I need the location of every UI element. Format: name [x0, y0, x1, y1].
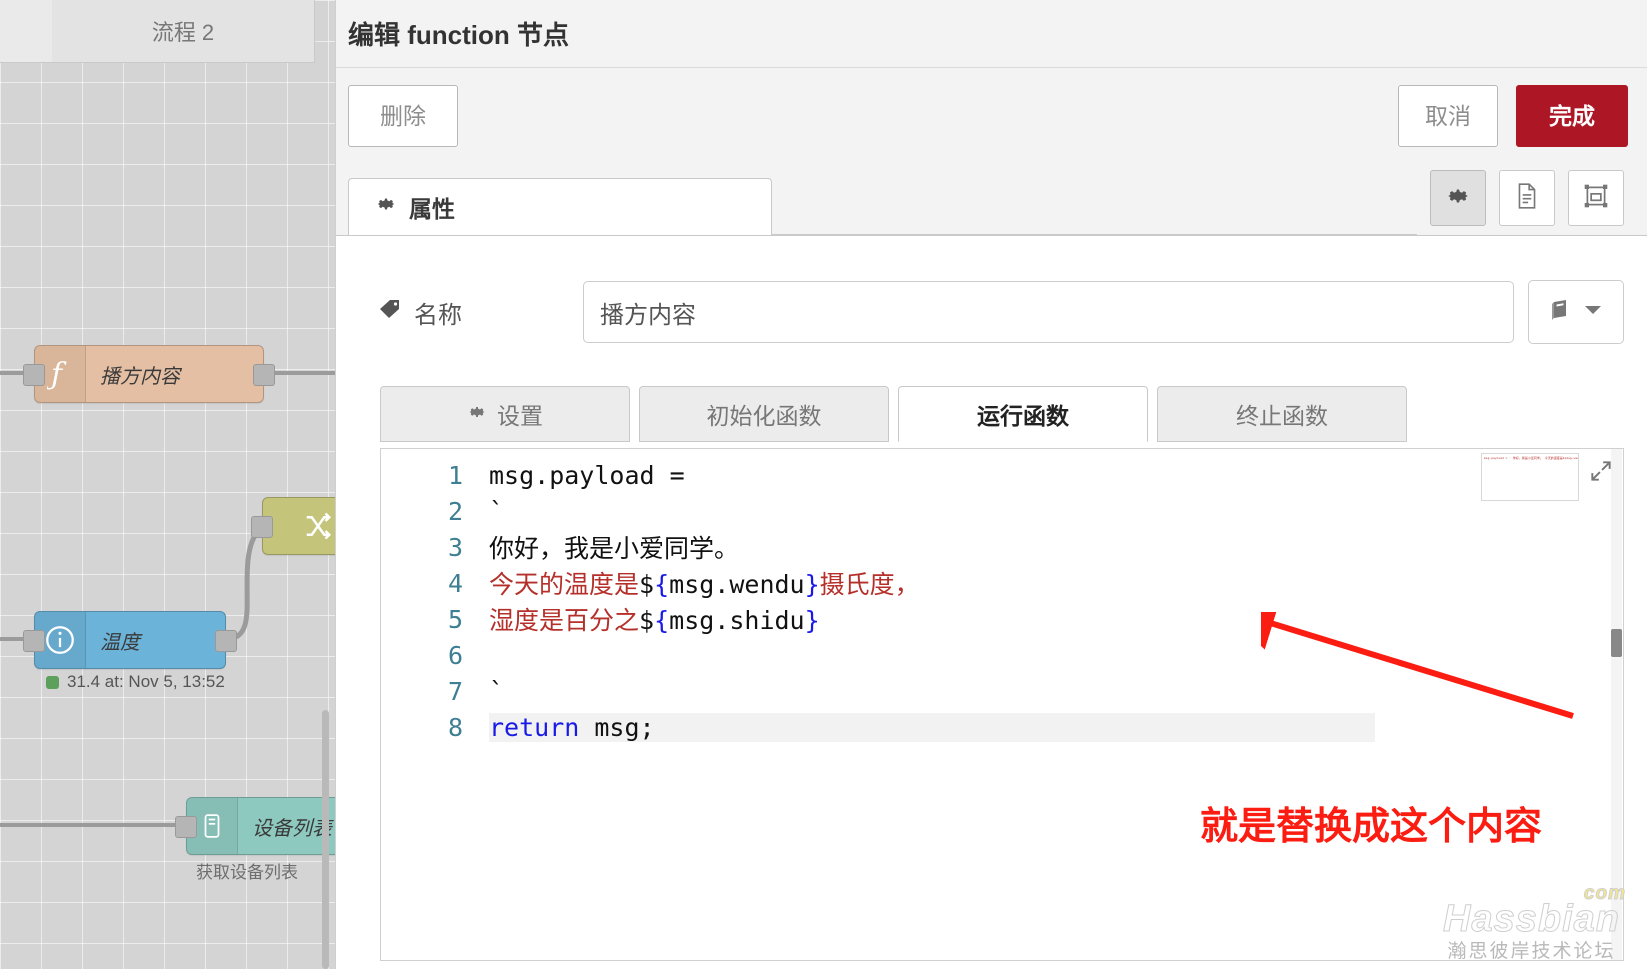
subtab-run-function[interactable]: 运行函数	[898, 386, 1148, 442]
flow-node-function-label: 播方内容	[100, 365, 180, 388]
name-label-group: 名称	[348, 295, 583, 330]
watermark-brand-text: Hassbian	[1443, 898, 1620, 940]
subtab-init-function-label: 初始化函数	[706, 403, 822, 429]
gear-icon	[1445, 183, 1471, 214]
done-button[interactable]: 完成	[1516, 84, 1628, 147]
dialog-body: 名称 播方内容 设置 初始化函数 运行函数 终止函数 1 msg.payload…	[336, 236, 1647, 969]
subtab-stop-function-label: 终止函数	[1236, 403, 1328, 429]
gear-icon-button[interactable]	[1430, 170, 1486, 226]
code-line-text[interactable]: 你好，我是小爱同学。	[489, 529, 739, 565]
line-number: 5	[447, 604, 463, 634]
flow-node-temperature-label: 温度	[100, 631, 140, 654]
dialog-tabbar: 属性	[336, 163, 1647, 236]
code-line[interactable]: 7 `	[381, 673, 1623, 709]
code-editor[interactable]: 1 msg.payload = 2 ` 3 你好，我是小爱同学。 4 今天的温度…	[380, 448, 1624, 961]
group-select-icon-button[interactable]	[1568, 170, 1624, 226]
line-number: 1	[447, 460, 463, 490]
code-line-text[interactable]: 湿度是百分之${msg.shidu}	[489, 601, 820, 637]
code-line[interactable]: 2 `	[381, 493, 1623, 529]
gear-icon	[467, 401, 487, 428]
flow-node-switch[interactable]	[251, 497, 335, 555]
dialog-header: 编辑 function 节点	[336, 0, 1647, 68]
editor-minimap[interactable]: msg.payload = ` 你好，我是小爱同学。 今天的温度是${msg.w…	[1481, 453, 1579, 501]
node-input-port[interactable]	[23, 630, 45, 652]
chevron-down-icon	[1584, 303, 1602, 321]
code-line-text[interactable]: return msg;	[489, 712, 1375, 742]
watermark-tld: com	[1583, 883, 1626, 904]
flow-node-device-list[interactable]: 设备列表	[175, 797, 335, 855]
tab-properties-label: 属性	[409, 196, 455, 222]
code-line[interactable]: 8 return msg;	[381, 709, 1623, 745]
editor-minimap-text: msg.payload = ` 你好，我是小爱同学。 今天的温度是${msg.w…	[1484, 456, 1579, 460]
code-line[interactable]: 1 msg.payload =	[381, 457, 1623, 493]
cancel-button[interactable]: 取消	[1398, 84, 1498, 147]
code-line[interactable]: 4 今天的温度是${msg.wendu}摄氏度，	[381, 565, 1623, 601]
switch-icon	[263, 498, 335, 554]
line-number: 4	[447, 568, 463, 598]
watermark-brand: Hassbian com	[1443, 884, 1626, 940]
dialog-action-bar: 删除 取消 完成	[336, 68, 1647, 163]
line-number: 3	[447, 532, 463, 562]
name-dropdown-button[interactable]	[1528, 280, 1624, 344]
dialog-title: 编辑 function 节点	[348, 20, 569, 50]
node-output-port[interactable]	[215, 630, 237, 652]
svg-text:ƒ: ƒ	[47, 357, 67, 391]
subtab-settings[interactable]: 设置	[380, 386, 630, 442]
flow-node-device-list-label: 设备列表	[252, 817, 332, 840]
code-line-text[interactable]: `	[489, 677, 504, 706]
gear-icon	[375, 193, 397, 221]
node-status: 31.4 at: Nov 5, 13:52	[46, 672, 225, 692]
code-lines[interactable]: 1 msg.payload = 2 ` 3 你好，我是小爱同学。 4 今天的温度…	[381, 449, 1623, 960]
subtab-settings-label: 设置	[497, 403, 543, 429]
flow-node-device-sublabel: 获取设备列表	[196, 863, 298, 882]
line-number: 6	[447, 640, 463, 670]
name-label: 名称	[414, 301, 462, 329]
watermark-subtitle: 瀚思彼岸技术论坛	[1447, 941, 1616, 962]
code-line[interactable]: 3 你好，我是小爱同学。	[381, 529, 1623, 565]
dialog-icon-buttons	[1417, 170, 1624, 226]
tag-icon	[378, 297, 402, 328]
code-line[interactable]: 6	[381, 637, 1623, 673]
delete-button[interactable]: 删除	[348, 84, 458, 147]
editor-scrollbar-thumb[interactable]	[1611, 629, 1622, 657]
edit-function-dialog: 编辑 function 节点 删除 取消 完成 属性 名称 播方内容 设置 初始…	[335, 0, 1647, 969]
code-line-text[interactable]: msg.payload =	[489, 461, 685, 490]
line-number: 7	[447, 676, 463, 706]
node-input-port[interactable]	[175, 816, 197, 838]
subtab-init-function[interactable]: 初始化函数	[639, 386, 889, 442]
annotation-text: 就是替换成这个内容	[1200, 806, 1543, 848]
document-icon	[1514, 182, 1540, 215]
name-input[interactable]	[583, 281, 1514, 343]
flow-node-function[interactable]: ƒ 播方内容	[23, 345, 275, 403]
subtab-run-function-label: 运行函数	[977, 403, 1069, 429]
name-row: 名称	[348, 236, 1624, 344]
subtab-stop-function[interactable]: 终止函数	[1157, 386, 1407, 442]
tabbar-filler	[772, 179, 1417, 235]
code-line[interactable]: 5 湿度是百分之${msg.shidu}	[381, 601, 1623, 637]
node-input-port[interactable]	[23, 364, 45, 386]
line-number: 8	[447, 712, 463, 742]
flow-canvas[interactable]: 流程 2 ƒ 播方内容 温度 31.4 at: Nov 5, 13:52 设备列…	[0, 0, 335, 969]
group-select-icon	[1582, 182, 1610, 215]
status-dot-icon	[46, 675, 59, 689]
code-line-text[interactable]: 今天的温度是${msg.wendu}摄氏度，	[489, 565, 920, 601]
canvas-scrollbar[interactable]	[322, 710, 329, 969]
node-status-text: 31.4 at: Nov 5, 13:52	[67, 672, 225, 691]
node-input-port[interactable]	[251, 516, 273, 538]
book-icon	[1550, 298, 1576, 327]
tab-properties[interactable]: 属性	[348, 178, 772, 235]
flow-node-temperature[interactable]: 温度	[23, 611, 237, 669]
node-output-port[interactable]	[253, 364, 275, 386]
watermark: Hassbian com 瀚思彼岸技术论坛	[1443, 884, 1626, 962]
line-number: 2	[447, 496, 463, 526]
function-subtabs: 设置 初始化函数 运行函数 终止函数	[380, 386, 1624, 442]
code-line-text[interactable]: `	[489, 497, 504, 526]
document-icon-button[interactable]	[1499, 170, 1555, 226]
